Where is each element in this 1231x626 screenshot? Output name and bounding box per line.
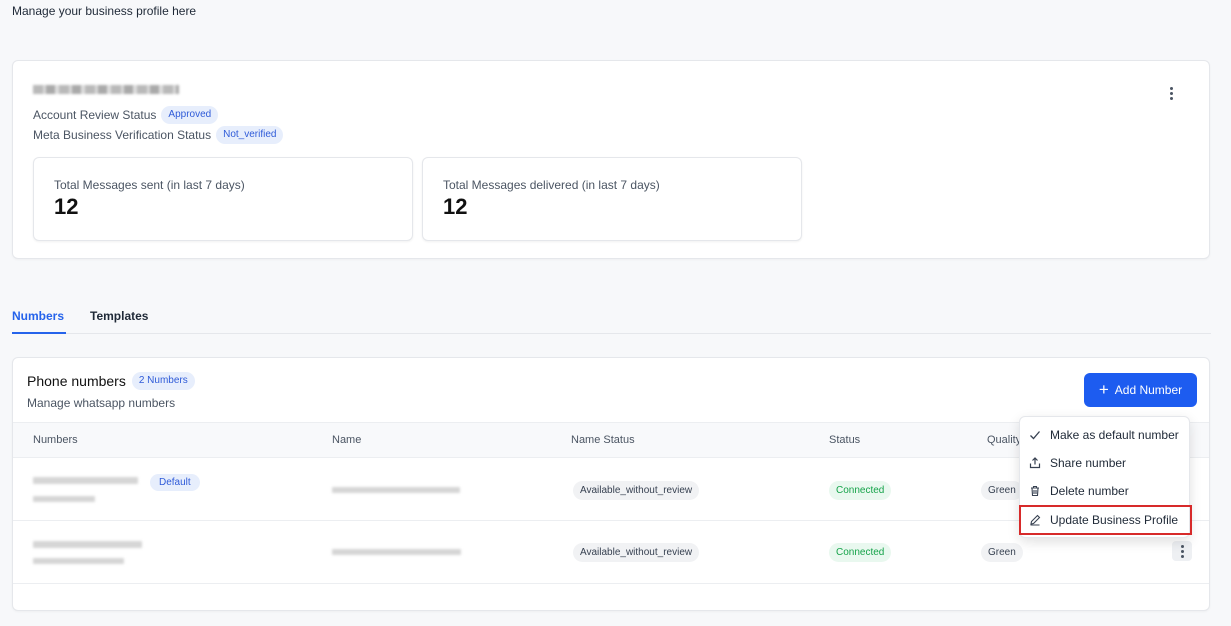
section-subtitle: Manage whatsapp numbers <box>27 396 176 410</box>
section-title: Phone numbers <box>27 373 126 389</box>
business-profile-card: Account Review Status Approved Meta Busi… <box>12 60 1210 259</box>
menu-item-update-business-profile[interactable]: Update Business Profile <box>1019 505 1192 535</box>
phone-subtext-redacted <box>33 496 95 502</box>
row-menu-icon[interactable] <box>1172 541 1192 561</box>
tab-bar: Numbers Templates <box>12 300 1211 334</box>
menu-item-delete-number[interactable]: Delete number <box>1020 477 1191 505</box>
quality-badge: Green <box>981 481 1023 500</box>
phone-subtext-redacted <box>33 558 124 564</box>
phone-number-redacted <box>33 477 138 484</box>
menu-item-make-default[interactable]: Make as default number <box>1020 421 1191 449</box>
trash-icon <box>1020 485 1050 497</box>
stat-value: 12 <box>443 194 468 219</box>
menu-item-label: Update Business Profile <box>1050 513 1179 527</box>
stat-label: Total Messages sent (in last 7 days) <box>54 178 245 192</box>
tab-numbers[interactable]: Numbers <box>12 309 67 334</box>
business-name-redacted <box>33 85 179 94</box>
pencil-icon <box>1020 514 1050 526</box>
column-header: Name Status <box>571 434 635 446</box>
add-number-label: Add Number <box>1114 383 1183 397</box>
check-icon <box>1020 429 1050 441</box>
quality-badge: Green <box>981 543 1023 562</box>
phone-numbers-title: Phone numbers 2 Numbers <box>27 372 195 390</box>
approved-badge: Approved <box>161 106 219 124</box>
add-number-button[interactable]: + Add Number <box>1084 373 1197 407</box>
tab-templates[interactable]: Templates <box>90 309 148 323</box>
column-header: Quality <box>987 434 1022 446</box>
share-icon <box>1020 457 1050 469</box>
status-badge: Connected <box>829 481 892 500</box>
stat-value: 12 <box>54 194 79 219</box>
not-verified-badge: Not_verified <box>216 126 284 144</box>
default-badge: Default <box>150 474 200 491</box>
name-status-badge: Available_without_review <box>573 543 700 562</box>
column-header: Status <box>829 434 861 446</box>
menu-item-label: Make as default number <box>1050 428 1179 442</box>
menu-item-label: Share number <box>1050 456 1127 470</box>
account-review-label: Account Review Status <box>33 108 157 122</box>
meta-verification-label: Meta Business Verification Status <box>33 128 212 142</box>
display-name-redacted <box>332 549 461 555</box>
phone-number-redacted <box>33 541 142 548</box>
numbers-count-badge: 2 Numbers <box>131 372 195 390</box>
stat-label: Total Messages delivered (in last 7 days… <box>443 178 660 192</box>
menu-item-label: Delete number <box>1050 484 1129 498</box>
messages-sent-stat: Total Messages sent (in last 7 days) 12 <box>33 157 413 241</box>
column-header: Name <box>332 434 362 446</box>
row-context-menu: Make as default number Share number Dele… <box>1019 416 1192 538</box>
account-review-status: Account Review Status Approved <box>33 106 219 124</box>
plus-icon: + <box>1098 380 1109 399</box>
page-subtitle: Manage your business profile here <box>12 4 197 18</box>
menu-item-share-number[interactable]: Share number <box>1020 449 1191 477</box>
display-name-redacted <box>332 487 460 493</box>
name-status-badge: Available_without_review <box>573 481 700 500</box>
messages-delivered-stat: Total Messages delivered (in last 7 days… <box>422 157 802 241</box>
column-header: Numbers <box>33 434 78 446</box>
status-badge: Connected <box>829 543 892 562</box>
profile-menu-icon[interactable] <box>1161 83 1181 103</box>
meta-verification-status: Meta Business Verification Status Not_ve… <box>33 126 284 144</box>
